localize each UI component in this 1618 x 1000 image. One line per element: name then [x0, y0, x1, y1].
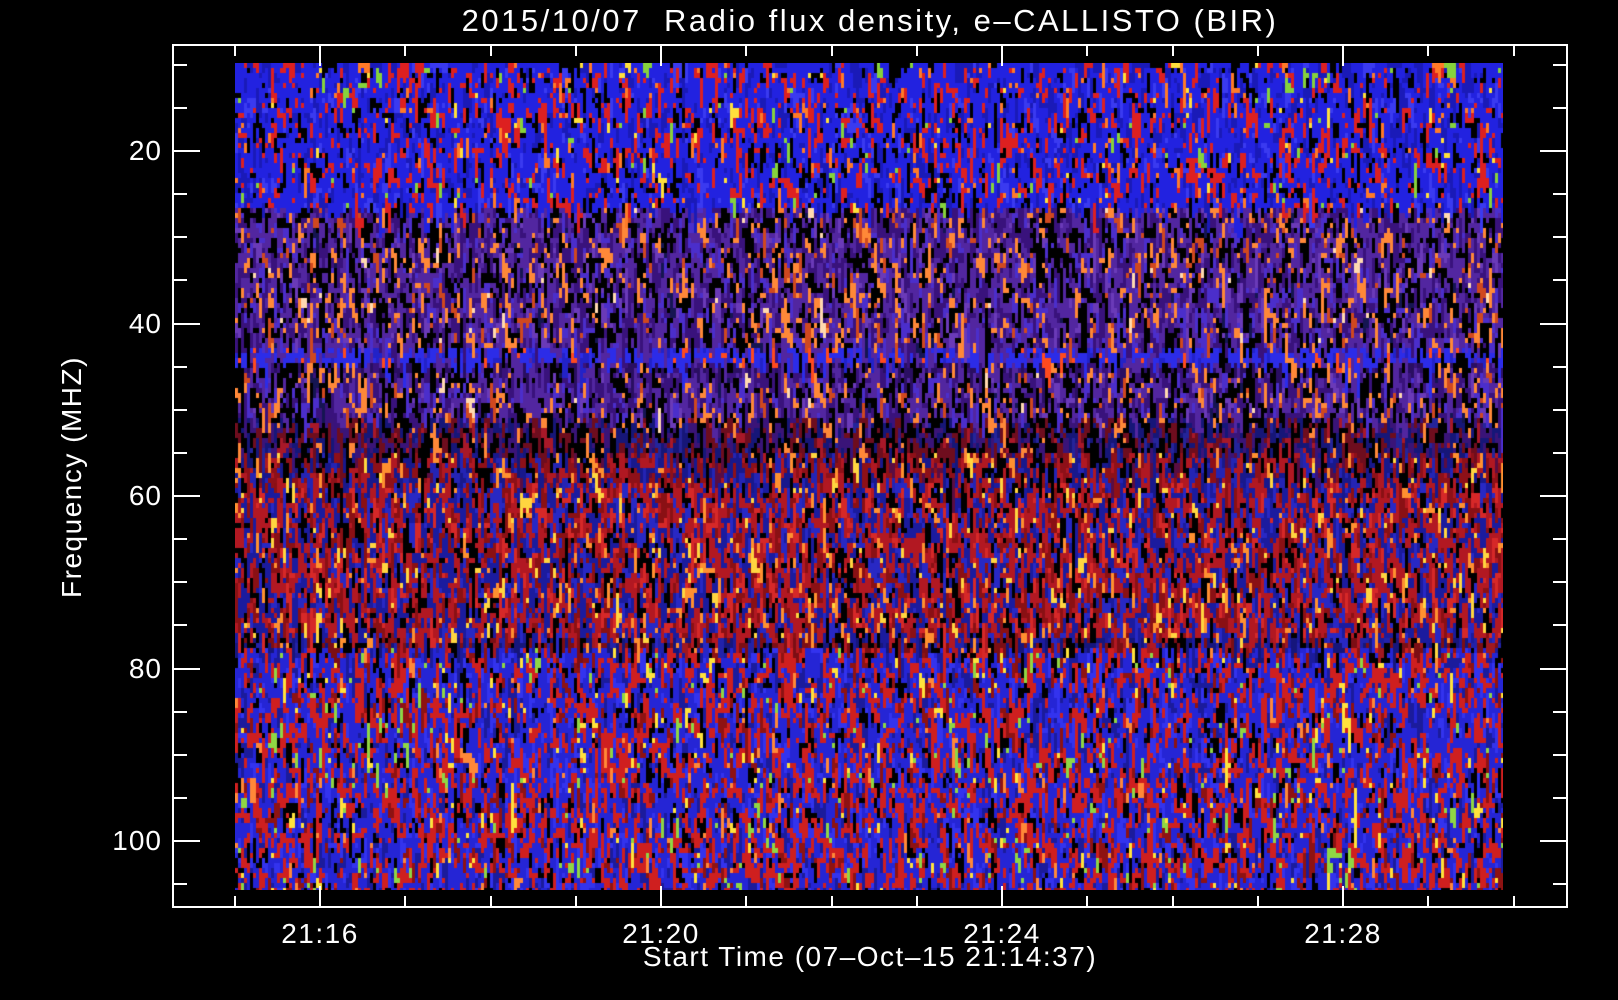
y-axis-major-tick [174, 495, 200, 497]
x-axis-minor-tick [404, 896, 406, 906]
y-tick-label: 40 [128, 308, 162, 339]
y-axis-minor-tick [174, 409, 187, 411]
x-axis-minor-tick [916, 46, 918, 56]
x-axis-minor-tick [575, 896, 577, 906]
y-axis-minor-tick [174, 754, 187, 756]
y-axis-minor-tick [174, 711, 187, 713]
x-axis-minor-tick [1427, 896, 1429, 906]
x-axis-minor-tick [490, 896, 492, 906]
x-axis-major-tick [319, 46, 321, 66]
x-axis-major-tick [660, 46, 662, 66]
y-axis-minor-tick [1553, 279, 1566, 281]
y-tick-label: 60 [128, 480, 162, 511]
y-axis-minor-tick [174, 366, 187, 368]
y-tick-label: 20 [128, 135, 162, 166]
y-axis-minor-tick [1553, 366, 1566, 368]
y-axis-minor-tick [1553, 452, 1566, 454]
y-axis-minor-tick [174, 883, 187, 885]
y-axis-minor-tick [174, 107, 187, 109]
x-axis-minor-tick [404, 46, 406, 56]
y-axis-major-tick [1540, 840, 1566, 842]
x-axis-minor-tick [1086, 46, 1088, 56]
y-axis-minor-tick [174, 797, 187, 799]
x-axis-minor-tick [490, 46, 492, 56]
x-axis-minor-tick [1172, 896, 1174, 906]
y-axis-minor-tick [174, 624, 187, 626]
plot-frame [172, 44, 1568, 908]
y-axis-minor-tick [174, 452, 187, 454]
y-axis-minor-tick [1553, 236, 1566, 238]
x-axis-minor-tick [1257, 46, 1259, 56]
y-axis-minor-tick [1553, 883, 1566, 885]
y-axis-minor-tick [1553, 624, 1566, 626]
chart-title: 2015/10/07 Radio flux density, e–CALLIST… [461, 3, 1279, 38]
x-axis-major-tick [1001, 46, 1003, 66]
x-axis-minor-tick [1513, 896, 1515, 906]
y-axis-minor-tick [1553, 107, 1566, 109]
x-axis-minor-tick [1427, 46, 1429, 56]
x-axis-minor-tick [1172, 46, 1174, 56]
x-axis-minor-tick [745, 46, 747, 56]
y-axis-major-tick [1540, 323, 1566, 325]
y-axis-minor-tick [1553, 711, 1566, 713]
x-axis-major-tick [660, 886, 662, 906]
y-axis-minor-tick [174, 236, 187, 238]
y-axis-minor-tick [1553, 754, 1566, 756]
x-axis-minor-tick [575, 46, 577, 56]
y-axis-minor-tick [174, 193, 187, 195]
x-axis-major-tick [1342, 46, 1344, 66]
y-axis-major-tick [1540, 495, 1566, 497]
y-axis-minor-tick [1553, 64, 1566, 66]
y-axis-minor-tick [1553, 193, 1566, 195]
y-axis-major-tick [174, 668, 200, 670]
x-axis-minor-tick [234, 896, 236, 906]
y-axis-major-tick [1540, 668, 1566, 670]
y-axis-major-tick [1540, 150, 1566, 152]
y-axis-minor-tick [1553, 581, 1566, 583]
y-axis-major-tick [174, 840, 200, 842]
x-axis-minor-tick [745, 896, 747, 906]
x-axis-label: Start Time (07–Oct–15 21:14:37) [642, 941, 1098, 972]
x-axis-minor-tick [831, 46, 833, 56]
y-tick-label: 80 [128, 653, 162, 684]
y-axis-major-tick [174, 150, 200, 152]
y-axis-minor-tick [1553, 409, 1566, 411]
x-axis-minor-tick [831, 896, 833, 906]
x-axis-major-tick [1342, 886, 1344, 906]
y-axis-minor-tick [174, 64, 187, 66]
y-tick-label: 100 [112, 825, 162, 856]
y-axis-minor-tick [1553, 538, 1566, 540]
y-axis-minor-tick [174, 279, 187, 281]
y-axis-minor-tick [174, 581, 187, 583]
x-axis-major-tick [319, 886, 321, 906]
x-axis-minor-tick [1513, 46, 1515, 56]
x-axis-minor-tick [1257, 896, 1259, 906]
y-axis-minor-tick [1553, 797, 1566, 799]
x-axis-minor-tick [916, 896, 918, 906]
y-axis-major-tick [174, 323, 200, 325]
spectrogram-figure: 2015/10/07 Radio flux density, e–CALLIST… [0, 0, 1618, 1000]
x-axis-minor-tick [1086, 896, 1088, 906]
y-axis-minor-tick [174, 538, 187, 540]
x-axis-major-tick [1001, 886, 1003, 906]
x-axis-minor-tick [234, 46, 236, 56]
